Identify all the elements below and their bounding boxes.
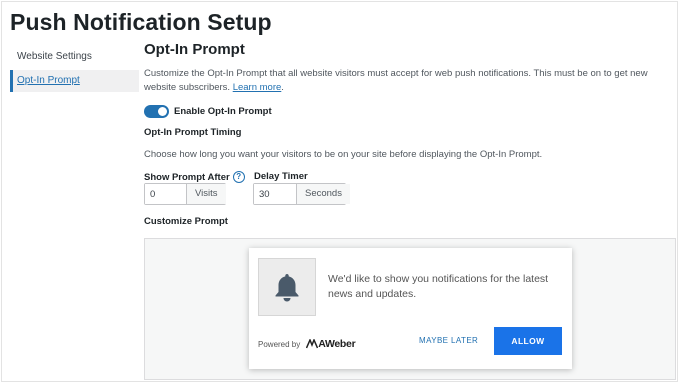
allow-button[interactable]: ALLOW <box>494 327 562 355</box>
delay-timer-group: Seconds <box>253 183 350 205</box>
maybe-later-button[interactable]: MAYBE LATER <box>419 336 478 345</box>
page-title: Push Notification Setup <box>10 9 272 35</box>
visits-unit: Visits <box>186 184 226 204</box>
timing-title: Opt-In Prompt Timing <box>144 127 242 138</box>
delay-seconds-input[interactable] <box>254 184 296 204</box>
enable-toggle-row: Enable Opt-In Prompt <box>144 104 272 118</box>
description-text: Customize the Opt-In Prompt that all web… <box>144 68 648 93</box>
timing-description: Choose how long you want your visitors t… <box>144 149 543 160</box>
learn-more-link[interactable]: Learn more <box>233 82 282 93</box>
section-title: Opt-In Prompt <box>144 41 245 58</box>
powered-by: Powered by AWeber <box>258 338 356 350</box>
show-prompt-after-label: Show Prompt After ? <box>144 171 245 183</box>
bell-icon <box>258 258 316 316</box>
popup-message: We'd like to show you notifications for … <box>328 273 549 300</box>
toggle-knob <box>158 106 167 116</box>
toggle-label: Enable Opt-In Prompt <box>174 105 272 117</box>
show-prompt-after-text: Show Prompt After <box>144 171 230 183</box>
enable-opt-in-toggle[interactable] <box>144 104 169 118</box>
sidebar-item-website-settings[interactable]: Website Settings <box>10 46 139 68</box>
section-description: Customize the Opt-In Prompt that all web… <box>144 68 648 93</box>
bell-icon-graphic <box>275 274 299 302</box>
sidebar: Website Settings Opt-In Prompt <box>10 46 139 94</box>
visits-input[interactable] <box>145 184 186 204</box>
sidebar-item-opt-in-prompt[interactable]: Opt-In Prompt <box>10 70 139 92</box>
opt-in-popup: We'd like to show you notifications for … <box>249 248 572 369</box>
aweber-wordmark: AWeber <box>318 338 356 350</box>
seconds-unit: Seconds <box>296 184 350 204</box>
customize-prompt-title: Customize Prompt <box>144 216 228 227</box>
aweber-logo: AWeber <box>306 338 356 350</box>
help-icon[interactable]: ? <box>232 171 245 183</box>
aweber-logo-icon <box>306 339 319 349</box>
prompt-preview-area: We'd like to show you notifications for … <box>144 238 676 380</box>
show-prompt-after-group: Visits <box>144 183 226 205</box>
delay-timer-label: Delay Timer <box>254 171 308 182</box>
powered-by-text: Powered by <box>258 339 301 349</box>
